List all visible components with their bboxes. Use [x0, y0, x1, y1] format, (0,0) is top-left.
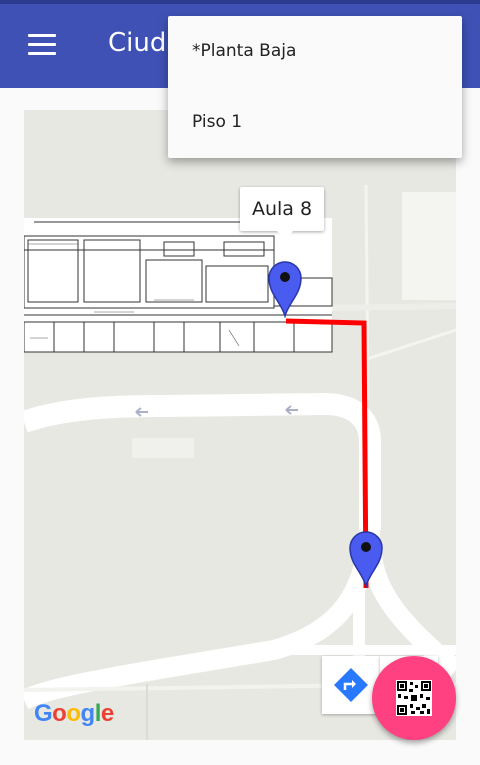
status-bar-edge: [0, 0, 480, 4]
map-view[interactable]: Aula 8 Google: [24, 110, 456, 740]
menu-item-planta-baja[interactable]: *Planta Baja: [168, 16, 462, 87]
directions-button[interactable]: [322, 656, 380, 714]
hamburger-menu-icon[interactable]: [28, 34, 56, 56]
origin-marker-icon[interactable]: [348, 528, 384, 588]
directions-icon: [334, 668, 368, 702]
qr-code-icon: [396, 680, 432, 716]
google-logo: Google: [34, 700, 114, 727]
floor-selector-menu: *Planta Baja Piso 1: [168, 16, 462, 158]
destination-marker-icon[interactable]: [267, 258, 303, 318]
app-title: Ciuda: [108, 28, 168, 58]
room-callout: Aula 8: [240, 187, 324, 240]
menu-item-piso-1[interactable]: Piso 1: [168, 87, 462, 158]
qr-scan-fab[interactable]: [372, 656, 456, 740]
